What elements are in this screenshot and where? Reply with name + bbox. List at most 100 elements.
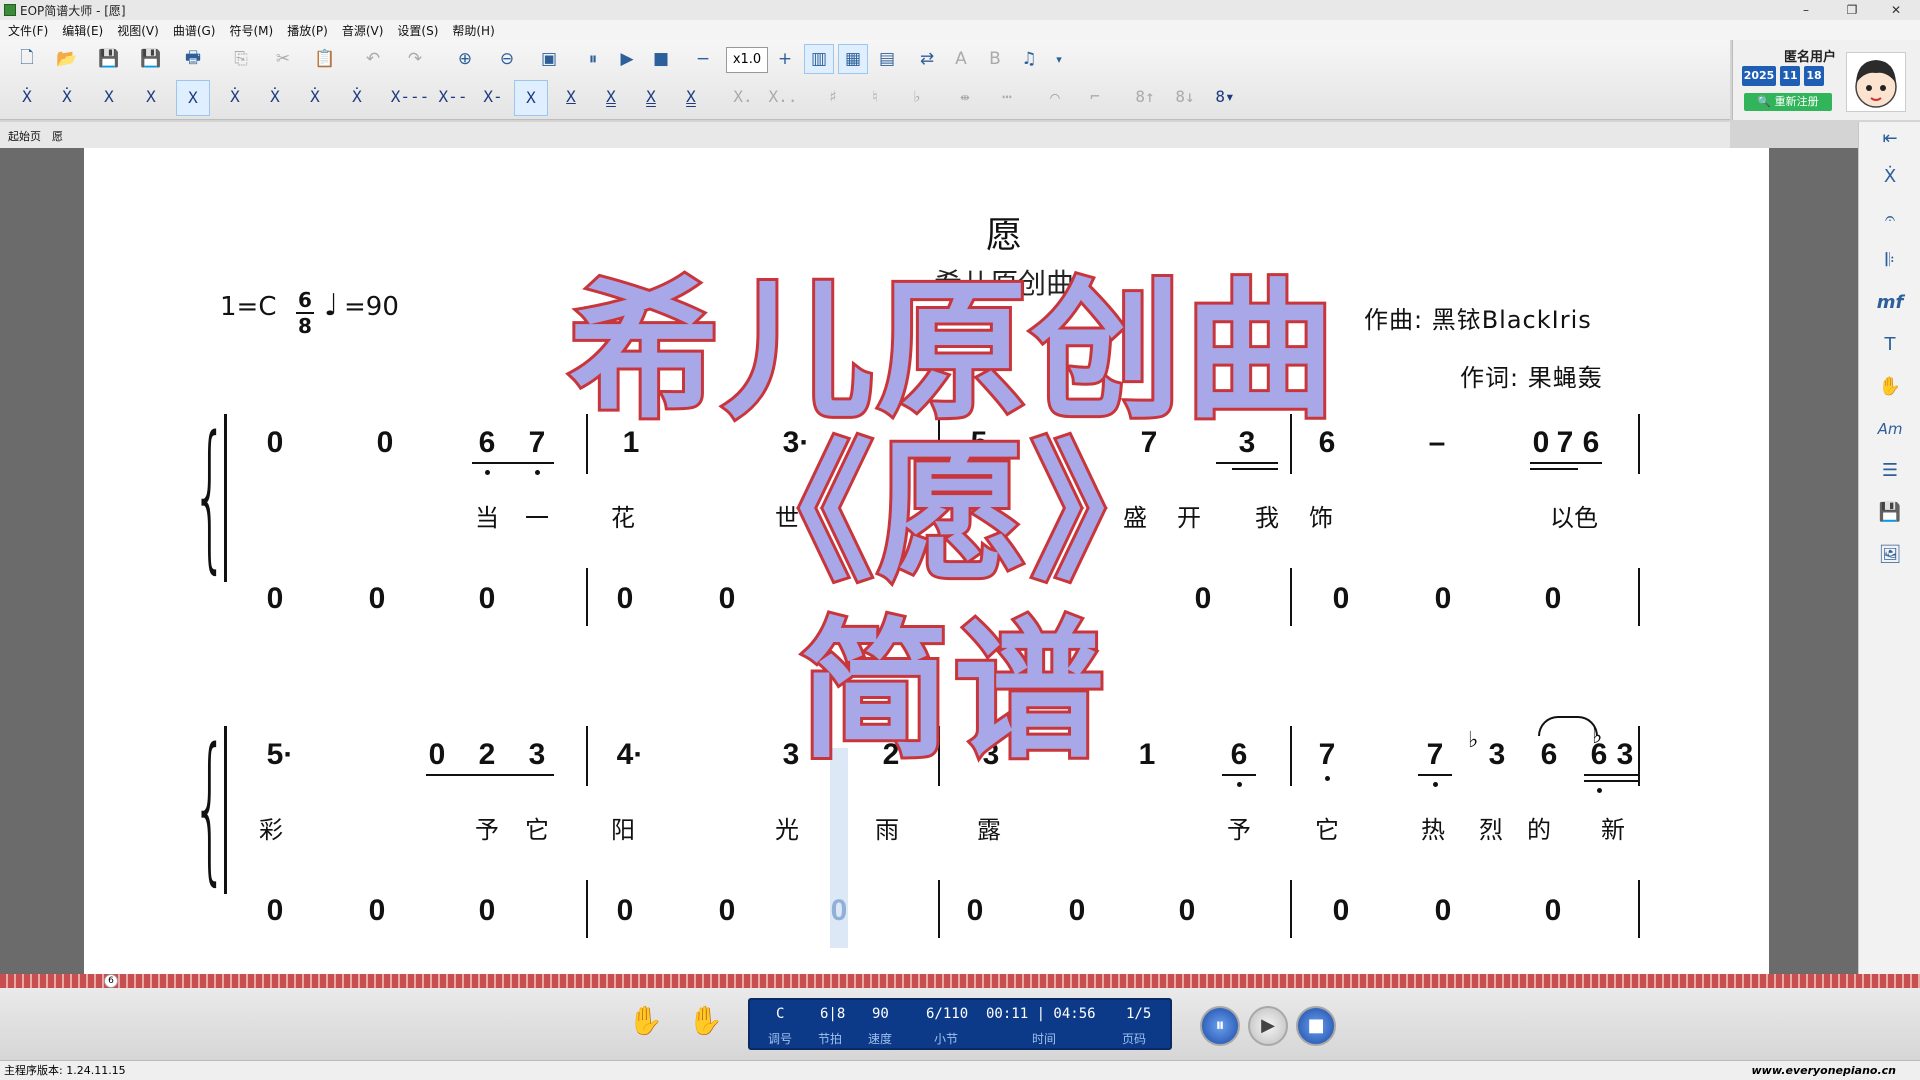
image-icon[interactable]: 🖼 (1875, 540, 1905, 570)
high1-note-icon[interactable]: Ẋ (50, 80, 84, 116)
bass-note[interactable]: 0 (1326, 582, 1356, 616)
menu-settings[interactable]: 设置(S) (397, 22, 438, 39)
slur-icon[interactable]: ⌒ (1038, 80, 1072, 116)
flat-icon[interactable]: ♭ (900, 80, 934, 116)
hand-icon[interactable]: ✋ (1875, 372, 1905, 402)
whole-note-icon[interactable]: X--- (388, 80, 432, 116)
pause-icon[interactable]: ⏸ (578, 44, 608, 74)
bass-note[interactable]: 0 (712, 894, 742, 928)
chord-icon[interactable]: Am (1875, 414, 1905, 444)
collapse-panel-icon[interactable]: ⇤ (1875, 124, 1905, 154)
minimize-icon[interactable]: – (1786, 0, 1826, 20)
keyboard-view-icon[interactable]: ▥ (804, 44, 834, 74)
beam-join-icon[interactable]: ⋯ (990, 80, 1024, 116)
bass-note[interactable]: 0 (610, 582, 640, 616)
bass-note[interactable]: 0 (1326, 894, 1356, 928)
repeat-icon[interactable]: 𝄆 (1875, 246, 1905, 276)
copy-icon[interactable]: ⎘ (226, 44, 256, 74)
note[interactable]: 6 (1534, 738, 1564, 772)
menu-play[interactable]: 播放(P) (287, 22, 328, 39)
note[interactable]: 3 (1482, 738, 1512, 772)
menu-score[interactable]: 曲谱(G) (173, 22, 216, 39)
octave-shift-down-icon[interactable]: 8↓ (1168, 80, 1202, 116)
menu-edit[interactable]: 编辑(E) (62, 22, 103, 39)
low-dot-note-icon[interactable]: X (92, 80, 126, 116)
stop-icon[interactable]: ■ (646, 44, 676, 74)
bass-note[interactable]: 0 (472, 894, 502, 928)
octave-down3-icon[interactable]: Ẋ (340, 80, 374, 116)
note-tool-icon[interactable]: Ẋ (1875, 162, 1905, 192)
note[interactable]: 7 (1420, 738, 1450, 772)
bass-note[interactable]: 0 (1428, 582, 1458, 616)
menu-file[interactable]: 文件(F) (8, 22, 48, 39)
current-note-icon[interactable]: X (176, 80, 210, 116)
redo-icon[interactable]: ↷ (400, 44, 430, 74)
dynamics-icon[interactable]: mf (1875, 288, 1905, 318)
bass-note[interactable]: 0 (1428, 894, 1458, 928)
close-icon[interactable]: ✕ (1876, 0, 1916, 20)
note[interactable]: 0 (260, 426, 290, 460)
bass-note[interactable]: 0 (472, 582, 502, 616)
menu-help[interactable]: 帮助(H) (452, 22, 494, 39)
new-file-icon[interactable]: 🗋 (12, 44, 42, 74)
bass-note[interactable]: 0 (260, 894, 290, 928)
sixteenth-note-icon[interactable]: X (594, 80, 628, 116)
bass-note[interactable]: 0 (1172, 894, 1202, 928)
note[interactable]: 6 (1576, 426, 1606, 460)
bass-note[interactable]: 0 (1538, 582, 1568, 616)
save-icon[interactable]: 💾 (94, 44, 124, 74)
note[interactable]: 5· (260, 738, 300, 772)
bass-note-current[interactable]: 0 (824, 894, 854, 928)
print-icon[interactable]: 🖶 (178, 44, 208, 74)
half-note-icon[interactable]: X- (476, 80, 510, 116)
octave-down2-icon[interactable]: Ẋ (298, 80, 332, 116)
octave-menu-icon[interactable]: 8▾ (1208, 80, 1242, 116)
lyrics-icon[interactable]: ☰ (1875, 456, 1905, 486)
zoom-out-icon[interactable]: ⊖ (492, 44, 522, 74)
double-dot-icon[interactable]: X.. (766, 80, 800, 116)
note[interactable]: 6 (1224, 738, 1254, 772)
text-a-icon[interactable]: A (946, 44, 976, 74)
bass-note[interactable]: 0 (610, 894, 640, 928)
website-link[interactable]: www.everyonepiano.cn (1752, 1061, 1896, 1080)
transpose-icon[interactable]: ⇄ (912, 44, 942, 74)
left-hand-icon[interactable]: ✋ (628, 1004, 663, 1037)
thirtysecond-note-icon[interactable]: X (634, 80, 668, 116)
note[interactable]: 0 (422, 738, 452, 772)
octave-down-icon[interactable]: Ẋ (258, 80, 292, 116)
play-icon[interactable]: ▶ (612, 44, 642, 74)
speed-down-icon[interactable]: − (688, 44, 718, 74)
paste-icon[interactable]: 📋 (310, 44, 340, 74)
tab-start-page[interactable]: 起始页 (8, 128, 41, 144)
triplet-icon[interactable]: ⌐ (1078, 80, 1112, 116)
natural-icon[interactable]: ♮ (858, 80, 892, 116)
note[interactable]: 4· (610, 738, 650, 772)
play-button[interactable]: ▶ (1248, 1006, 1288, 1046)
bass-note[interactable]: 0 (960, 894, 990, 928)
bass-note[interactable]: 0 (362, 894, 392, 928)
open-folder-icon[interactable]: 📂 (52, 44, 82, 74)
pause-button[interactable]: ⏸ (1200, 1006, 1240, 1046)
save-panel-icon[interactable]: 💾 (1875, 498, 1905, 528)
bass-note[interactable]: 0 (1538, 894, 1568, 928)
restore-icon[interactable]: ❐ (1832, 0, 1872, 20)
menu-symbol[interactable]: 符号(M) (229, 22, 273, 39)
avatar[interactable] (1846, 52, 1906, 112)
stop-button[interactable]: ■ (1296, 1006, 1336, 1046)
note[interactable]: 3 (522, 738, 552, 772)
eighth-note-icon[interactable]: X (554, 80, 588, 116)
chevron-down-icon[interactable]: ▾ (1044, 44, 1074, 74)
note[interactable]: 3 (1610, 738, 1640, 772)
note[interactable]: 6 (472, 426, 502, 460)
note[interactable]: 2 (472, 738, 502, 772)
bass-note[interactable]: 0 (1062, 894, 1092, 928)
quarter-note-icon[interactable]: X (514, 80, 548, 116)
text-b-icon[interactable]: B (980, 44, 1010, 74)
bass-note[interactable]: 0 (362, 582, 392, 616)
beam-split-icon[interactable]: ⇹ (948, 80, 982, 116)
right-hand-icon[interactable]: ✋ (688, 1004, 723, 1037)
staff-view-icon[interactable]: ▤ (872, 44, 902, 74)
timeline-ruler[interactable]: 6 (0, 974, 1920, 988)
timeline-marker[interactable]: 6 (104, 974, 118, 988)
undo-icon[interactable]: ↶ (358, 44, 388, 74)
